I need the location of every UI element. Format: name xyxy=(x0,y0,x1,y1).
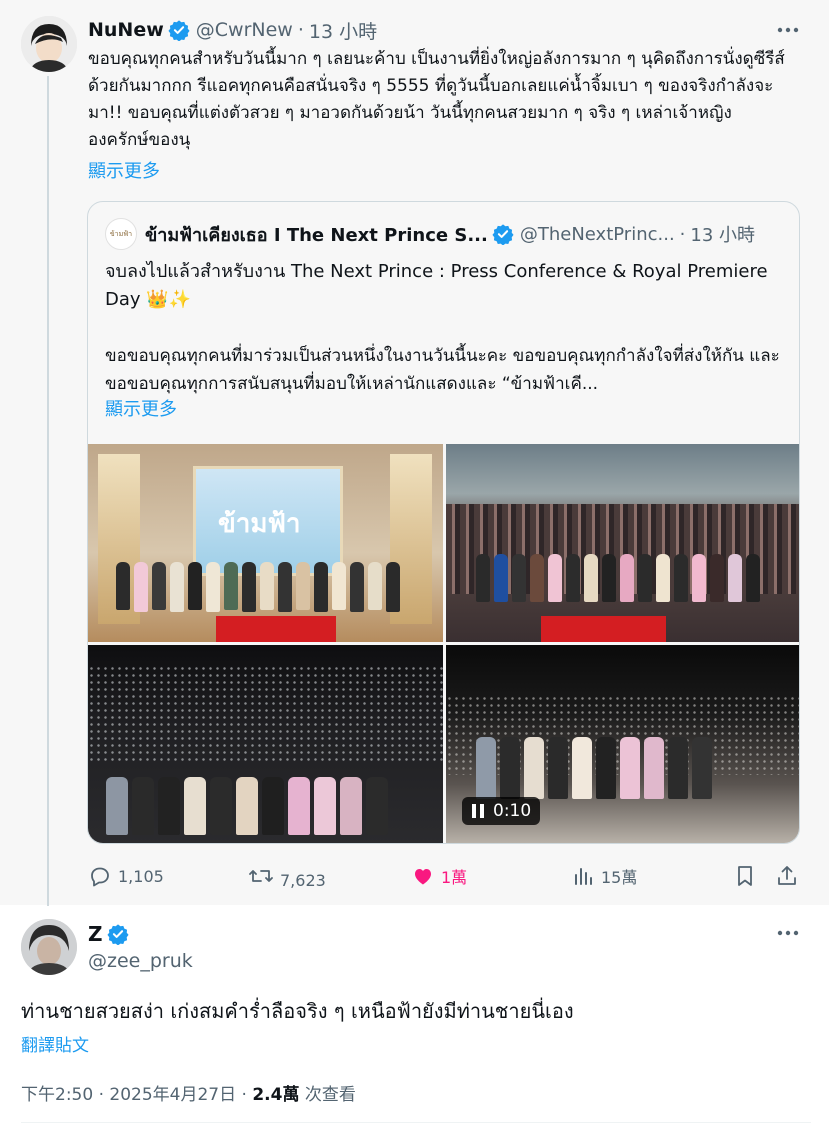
display-name[interactable]: Z xyxy=(88,922,103,946)
views-label: 次查看 xyxy=(304,1085,356,1105)
user-handle[interactable]: @CwrNew xyxy=(196,19,293,41)
quoted-timestamp[interactable]: 13 小時 xyxy=(690,221,755,247)
more-options-icon[interactable] xyxy=(773,921,803,945)
quoted-user-handle[interactable]: @TheNextPrinc... xyxy=(520,224,675,245)
quoted-tweet-card[interactable]: ข้ามฟ้า ข้ามฟ้าเคียงเธอ I The Next Princ… xyxy=(87,201,800,844)
share-icon xyxy=(778,866,796,885)
views-total: 2.4萬 xyxy=(252,1085,300,1105)
reply-count: 1,105 xyxy=(118,866,164,886)
quoted-tweet-text-2: ขอขอบคุณทุกคนที่มาร่วมเป็นส่วนหนึ่งในงาน… xyxy=(105,346,780,394)
quoted-tweet-header: ข้ามฟ้าเคียงเธอ I The Next Prince S... @… xyxy=(145,220,755,248)
avatar[interactable] xyxy=(21,16,77,72)
reply-icon xyxy=(91,867,109,887)
quoted-avatar[interactable]: ข้ามฟ้า xyxy=(105,218,137,250)
tweet-text: ขอบคุณทุกคนสำหรับวันนี้มาก ๆ เลยนะค้าบ เ… xyxy=(88,49,785,150)
avatar-image xyxy=(21,16,77,72)
user-handle[interactable]: @zee_pruk xyxy=(88,950,193,972)
bookmark-button[interactable] xyxy=(734,860,762,892)
quoted-tweet-text-1: จบลงไปแล้วสำหรับงาน The Next Prince : Pr… xyxy=(105,261,768,310)
more-options-icon[interactable] xyxy=(773,18,803,42)
cast-row xyxy=(106,777,388,835)
avatar-image xyxy=(21,919,77,975)
media-video[interactable]: 0:10 xyxy=(446,645,799,843)
stage-screen-title: ข้ามฟ้า xyxy=(218,509,301,539)
separator-dot: · xyxy=(679,223,686,245)
video-time: 0:10 xyxy=(493,801,532,821)
repost-button[interactable]: 7,623 xyxy=(248,860,326,892)
light-sticks-crowd xyxy=(88,665,443,765)
translate-post-link[interactable]: 翻譯貼文 xyxy=(21,1031,89,1056)
stage-screen: ข้ามฟ้า xyxy=(193,466,343,576)
post-time[interactable]: 下午2:50 xyxy=(21,1085,93,1105)
avatar[interactable] xyxy=(21,919,77,975)
repost-count: 7,623 xyxy=(280,870,326,890)
reply-button[interactable]: 1,105 xyxy=(88,860,164,892)
media-photo-audience[interactable] xyxy=(88,645,443,843)
media-grid: ข้ามฟ้า 0:10 xyxy=(88,444,799,843)
separator-dot: · xyxy=(98,1085,104,1105)
cast-row xyxy=(116,562,400,612)
views-chart-icon xyxy=(575,868,592,885)
verified-badge-icon xyxy=(492,224,514,245)
views-button[interactable]: 15萬 xyxy=(573,860,637,892)
video-pause-control[interactable]: 0:10 xyxy=(462,797,540,825)
cast-row xyxy=(476,737,712,799)
like-button[interactable]: 1萬 xyxy=(411,860,467,892)
quoted-display-name[interactable]: ข้ามฟ้าเคียงเธอ I The Next Prince S... xyxy=(145,220,488,249)
show-more-link[interactable]: 顯示更多 xyxy=(88,157,160,183)
heart-filled-icon xyxy=(415,869,431,885)
reply-header: Z xyxy=(88,920,135,948)
media-photo-stage[interactable]: ข้ามฟ้า xyxy=(88,444,443,642)
tweet-action-bar: 1,105 7,623 1萬 15萬 xyxy=(88,860,800,892)
share-button[interactable] xyxy=(776,860,804,892)
reply-tweet-text: ท่านชายสวยสง่า เก่งสมคำร่ำลือจริง ๆ เหนื… xyxy=(21,999,574,1023)
quoted-avatar-logo-text: ข้ามฟ้า xyxy=(109,229,133,238)
timestamp[interactable]: 13 小時 xyxy=(309,17,377,44)
verified-badge-icon xyxy=(106,924,129,945)
verified-badge-icon xyxy=(168,20,190,41)
views-count: 15萬 xyxy=(601,868,638,887)
post-date[interactable]: 2025年4月27日 xyxy=(109,1085,236,1105)
media-photo-crowd[interactable] xyxy=(446,444,799,642)
display-name[interactable]: NuNew xyxy=(88,19,164,41)
tweet-meta: 下午2:50 · 2025年4月27日 · 2.4萬 次查看 xyxy=(21,1080,356,1105)
quoted-show-more-link[interactable]: 顯示更多 xyxy=(105,395,177,421)
red-carpet xyxy=(541,616,666,642)
thread-connector-line xyxy=(47,76,49,906)
separator-dot: · xyxy=(297,19,304,41)
separator-dot: · xyxy=(241,1085,247,1105)
divider xyxy=(21,1122,811,1123)
bookmark-icon xyxy=(738,866,752,886)
red-carpet xyxy=(216,616,336,642)
repost-icon xyxy=(249,870,273,882)
like-count: 1萬 xyxy=(441,868,468,887)
pause-icon xyxy=(472,804,484,818)
tweet-header: NuNew @CwrNew · 13 小時 xyxy=(88,16,377,44)
cast-row xyxy=(476,554,760,602)
